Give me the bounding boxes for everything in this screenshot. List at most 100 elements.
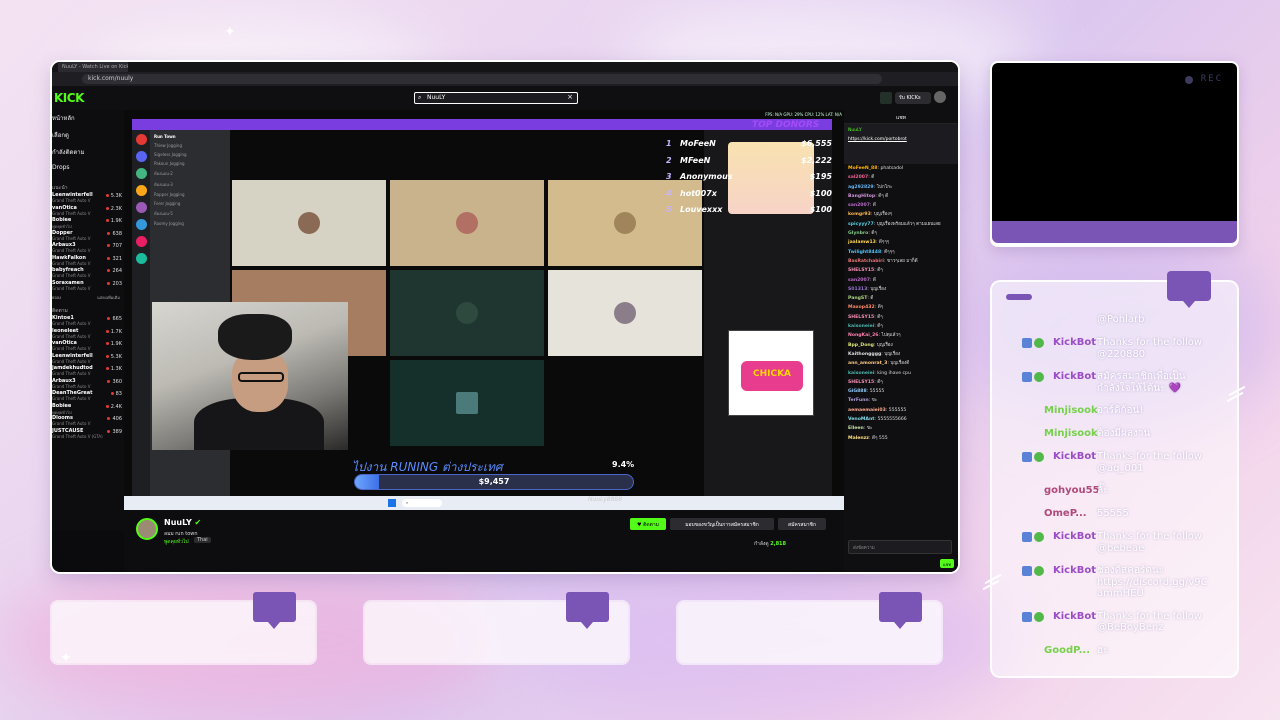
chat-send-button[interactable]: แชท [940, 559, 954, 568]
chat-username[interactable]: Maxop432 [848, 305, 875, 310]
chat-username[interactable]: Bpp_Dong [848, 343, 874, 348]
sidebar-channel[interactable]: Leenwinterfell Grand Theft Auto V 5.3K [52, 353, 124, 366]
stream-manager-icon[interactable] [880, 92, 892, 104]
server-icon[interactable] [135, 151, 147, 162]
chat-username[interactable]: BangHitop [848, 194, 875, 199]
chat-username[interactable]: kaisoneiei [848, 324, 874, 329]
goal-amount: $9,457 [478, 477, 510, 486]
kick-chat-panel: แชท NuuLY https://kick.com/portobrot MoF… [844, 110, 958, 572]
chat-username[interactable]: san2007 [848, 203, 870, 208]
sidebar-channel[interactable]: babyfreach Grand Theft Auto V 264 [52, 267, 124, 280]
chat-username[interactable]: MoFeeN_88 [848, 166, 877, 171]
stream-category[interactable]: พูดคุยทั่วไป [164, 538, 189, 546]
chat-username[interactable]: spicyyy77 [848, 222, 874, 227]
overlay-chat-line: Thanks for the follow [1097, 531, 1203, 542]
pinned-link[interactable]: https://kick.com/portobrot [848, 135, 954, 144]
server-icon[interactable] [135, 219, 147, 230]
sidebar-channel[interactable]: Dopper Grand Theft Auto V 638 [52, 230, 124, 243]
sidebar-channel[interactable]: Arbaux3 Grand Theft Auto V 360 [52, 378, 124, 391]
server-icon[interactable] [135, 168, 147, 179]
user-badges [1022, 566, 1046, 577]
sidebar-channel[interactable]: DeanTheGreat Grand Theft Auto V 83 [52, 390, 124, 403]
sidebar-channel[interactable]: Leenwinterfell Grand Theft Auto V 5.3K [52, 192, 124, 205]
server-icon[interactable] [135, 134, 147, 145]
stream-capture-window: NuuLY - Watch Live on Kick kick.com/nuul… [52, 62, 958, 572]
chat-username[interactable]: ann_amonrat_3 [848, 361, 887, 366]
sidebar-channel[interactable]: Soraxamen Grand Theft Auto V 203 [52, 280, 124, 293]
server-icon[interactable] [135, 202, 147, 213]
chat-username[interactable]: VenoMAnt [848, 417, 874, 422]
taskbar-search[interactable]: ⌕ [402, 499, 442, 507]
chat-username[interactable]: S01313 [848, 287, 867, 292]
sidebar-channel[interactable]: Bobiee พูดคุยทั่วไป 1.9K [52, 217, 124, 230]
overlay-chat-username: KickBot [1053, 565, 1097, 576]
chat-username[interactable]: komgr93 [848, 212, 871, 217]
channel-name[interactable]: NuuLY ✔ [164, 518, 201, 527]
chat-input[interactable]: ส่งข้อความ [848, 540, 952, 554]
follow-button[interactable]: ♥ ติดตาม [630, 518, 666, 530]
chat-username[interactable]: jaalamw13 [848, 240, 876, 245]
search-icon: ⌕ [418, 94, 422, 101]
chat-username[interactable]: Twilight8448 [848, 250, 881, 255]
sidebar-nav-item[interactable]: หน้าหลัก [52, 110, 124, 127]
overlay-chat-username: OmeP... [1044, 508, 1087, 519]
chat-username[interactable]: SHELSY15 [848, 268, 874, 273]
bot-badge-icon [1022, 611, 1032, 622]
sidebar-channel[interactable]: jamdekhudtod Grand Theft Auto V 1.3K [52, 365, 124, 378]
chat-username[interactable]: SHELSY15 [848, 315, 874, 320]
sidebar-nav-item[interactable]: เลือกดู [52, 127, 124, 144]
subscribe-button[interactable]: สมัครสมาชิก [778, 518, 826, 530]
chat-username[interactable]: ag292829 [848, 185, 874, 190]
chat-username[interactable]: sal2007 [848, 175, 868, 180]
chat-username[interactable]: Kaithongggg [848, 352, 881, 357]
chat-username[interactable]: PangST [848, 296, 867, 301]
user-avatar[interactable] [934, 91, 946, 103]
overlay-chat-line: สมัครสมาชิกเพื่อเป็น [1097, 371, 1186, 382]
sidebar-channel[interactable]: Bobiee พูดคุยทั่วไป 2.4K [52, 403, 124, 416]
chat-username[interactable]: san2007 [848, 278, 870, 283]
viewer-count: 2.4K [106, 404, 122, 410]
chat-username[interactable]: Glynbro [848, 231, 868, 236]
show-less-link[interactable]: ย่อลง [52, 294, 61, 301]
sidebar-channel[interactable]: JUSTCAUSE Grand Theft Auto V (GTA) 389 [52, 428, 124, 441]
sidebar-nav-item[interactable]: Drops [52, 161, 124, 178]
chat-username[interactable]: Malenzz [848, 436, 869, 441]
chat-message: jaalamw13: ดีๆๆๆ [848, 240, 890, 246]
browser-tab[interactable]: NuuLY - Watch Live on Kick [58, 62, 128, 72]
clear-search-icon[interactable]: × [567, 93, 573, 101]
goal-progress-bar: $9,457 [354, 474, 634, 490]
get-kicks-button[interactable]: รับ KICKs [895, 92, 931, 104]
sidebar-channel[interactable]: leoneleet Grand Theft Auto V 1.7K [52, 328, 124, 341]
gift-sub-button[interactable]: มอบของขวัญเป็นการสมัครสมาชิก [670, 518, 774, 530]
chat-username[interactable]: kaisoneiei [848, 371, 874, 376]
sidebar-channel[interactable]: vanOtica Grand Theft Auto V 1.9K [52, 340, 124, 353]
address-bar[interactable]: kick.com/nuuly [82, 74, 882, 84]
show-more-link[interactable]: แสดงเพิ่มเติม [97, 294, 120, 301]
search-input[interactable]: ⌕ NuuLY × [414, 92, 578, 104]
chat-username[interactable]: SHELSY15 [848, 380, 874, 385]
chat-username[interactable]: NongKai_26 [848, 333, 878, 338]
server-icon[interactable] [135, 236, 147, 247]
chat-username[interactable]: BasRatchabiri [848, 259, 884, 264]
sidebar-channel[interactable]: Kintoe1 Grand Theft Auto V 665 [52, 315, 124, 328]
viewer-count-value: 2,818 [770, 541, 787, 547]
windows-start-icon[interactable] [388, 499, 396, 507]
sidebar-nav-item[interactable]: กำลังติดตาม [52, 144, 124, 161]
chat-username[interactable]: Elleen [848, 426, 864, 431]
sidebar-channel[interactable]: vanOtica Grand Theft Auto V 2.3K [52, 205, 124, 218]
sidebar-channel[interactable]: Arbaux3 Grand Theft Auto V 707 [52, 242, 124, 255]
sidebar-channel[interactable]: HawkFalkon Grand Theft Auto V 321 [52, 255, 124, 268]
chat-username[interactable]: GiG888 [848, 389, 867, 394]
chat-username[interactable]: TerFunn [848, 398, 869, 403]
kick-logo[interactable]: KICK [54, 91, 84, 105]
channel-avatar[interactable] [136, 518, 158, 540]
overlay-chat-message: GoodP... ฮะ [1000, 645, 1236, 668]
streamer-glasses [238, 372, 284, 382]
language-tag[interactable]: Thai [194, 537, 211, 543]
sidebar-channel[interactable]: Dlooms Grand Theft Auto V 406 [52, 415, 124, 428]
chat-username[interactable]: aemaemaiei03 [848, 408, 886, 413]
overlay-chat-username: KickBot [1053, 610, 1097, 622]
server-icon[interactable] [135, 185, 147, 196]
channel-info-bar: NuuLY ✔ ลมม run town พูดคุยทั่วไป Thai ♥… [124, 510, 844, 572]
server-icon[interactable] [135, 253, 147, 264]
